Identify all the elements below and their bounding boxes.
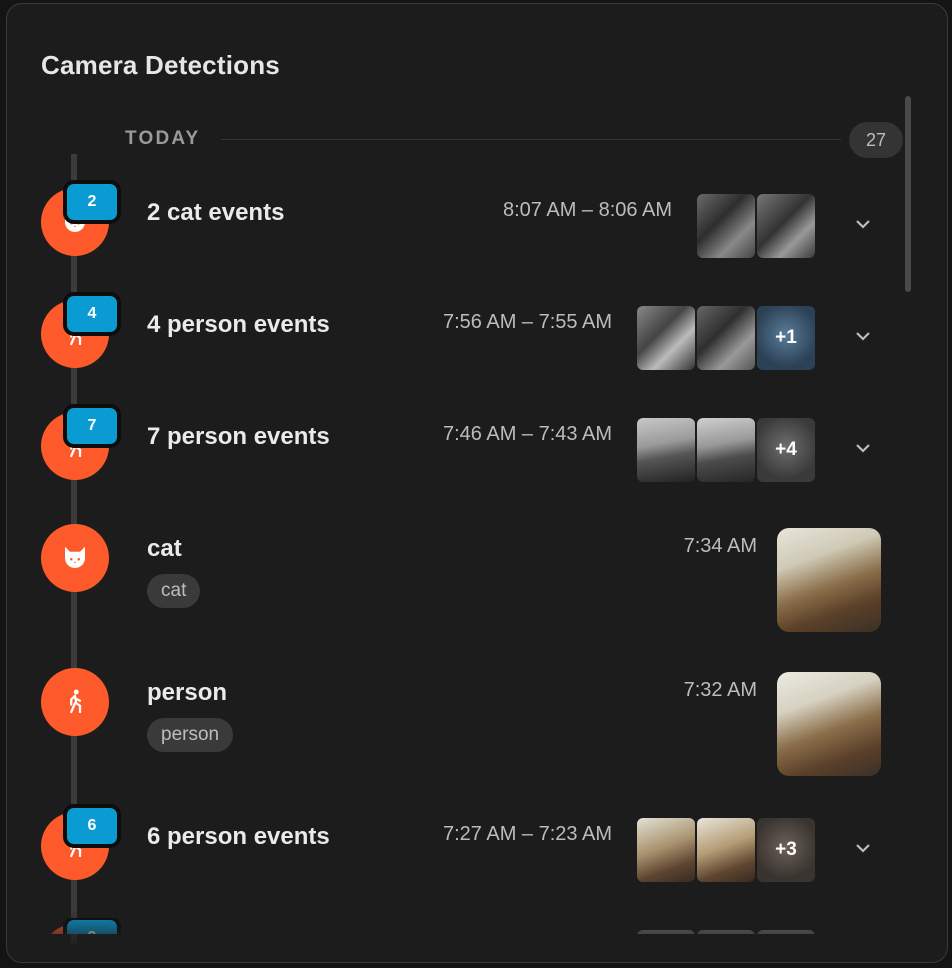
event-row[interactable]: cat cat 7:34 AM <box>7 518 947 648</box>
more-count: +1 <box>775 327 797 348</box>
snapshot-thumbnail[interactable] <box>757 194 815 258</box>
more-snapshots[interactable]: +1 <box>757 306 815 370</box>
label-chip[interactable]: cat <box>147 574 201 608</box>
label-chip[interactable]: person <box>147 718 234 752</box>
more-count: +4 <box>775 439 797 460</box>
event-thumbnails[interactable] <box>697 194 815 258</box>
event-avatar <box>41 668 109 736</box>
event-thumbnails[interactable]: +3 <box>637 818 815 882</box>
snapshot-thumbnail[interactable] <box>697 818 755 882</box>
event-title: cat <box>147 535 182 562</box>
event-title: 2 cat events <box>147 199 285 226</box>
event-row[interactable]: person person 7:32 AM <box>7 662 947 792</box>
event-title: person <box>147 679 228 706</box>
day-divider <box>221 139 841 140</box>
more-snapshots[interactable]: +4 <box>757 418 815 482</box>
more-count: +3 <box>775 839 797 860</box>
event-time: 8:07 AM – 8:06 AM <box>503 199 672 221</box>
event-group-row[interactable]: 4 4 person events 7:56 AM – 7:55 AM +1 <box>7 292 947 404</box>
snapshot-thumbnail[interactable] <box>777 528 881 632</box>
event-time: 7:46 AM – 7:43 AM <box>443 423 612 445</box>
event-time: 7:27 AM – 7:23 AM <box>443 823 612 845</box>
snapshot-thumbnail[interactable] <box>637 818 695 882</box>
event-group-row[interactable]: 6 6 person events 7:27 AM – 7:23 AM +3 <box>7 804 947 916</box>
event-group-row[interactable]: 2 2 cat events 8:07 AM – 8:06 AM <box>7 180 947 292</box>
event-time: 7:32 AM <box>683 679 757 701</box>
event-time: 7:56 AM – 7:55 AM <box>443 311 612 333</box>
snapshot-thumbnail[interactable] <box>637 418 695 482</box>
event-thumbnails[interactable]: +4 <box>637 418 815 482</box>
event-title: 4 person events <box>147 311 330 338</box>
snapshot-thumbnail[interactable] <box>637 306 695 370</box>
snapshot-thumbnail[interactable] <box>697 418 755 482</box>
chevron-down-icon[interactable] <box>853 214 873 234</box>
event-count-badge: 2 <box>63 180 121 224</box>
day-header: TODAY <box>125 128 201 149</box>
event-group-row[interactable]: 7 7 person events 7:46 AM – 7:43 AM +4 <box>7 404 947 516</box>
event-title: 6 person events <box>147 823 330 850</box>
card-title: Camera Detections <box>41 50 280 80</box>
snapshot-thumbnail[interactable] <box>697 194 755 258</box>
snapshot-thumbnail[interactable] <box>777 672 881 776</box>
chevron-down-icon[interactable] <box>853 438 873 458</box>
event-count-badge: 7 <box>63 404 121 448</box>
camera-detections-card: Camera Detections TODAY 27 2 2 cat event… <box>6 3 948 963</box>
person-walking-icon <box>70 689 82 714</box>
event-count-badge: 4 <box>63 292 121 336</box>
day-count-badge: 27 <box>849 122 903 158</box>
event-thumbnails[interactable]: +1 <box>637 306 815 370</box>
event-count-badge: 6 <box>63 804 121 848</box>
bottom-fade <box>7 909 947 962</box>
event-title: 7 person events <box>147 423 330 450</box>
more-snapshots[interactable]: +3 <box>757 818 815 882</box>
chevron-down-icon[interactable] <box>853 838 873 858</box>
cat-icon <box>65 546 85 568</box>
snapshot-thumbnail[interactable] <box>697 306 755 370</box>
chevron-down-icon[interactable] <box>853 326 873 346</box>
event-avatar <box>41 524 109 592</box>
event-time: 7:34 AM <box>683 535 757 557</box>
